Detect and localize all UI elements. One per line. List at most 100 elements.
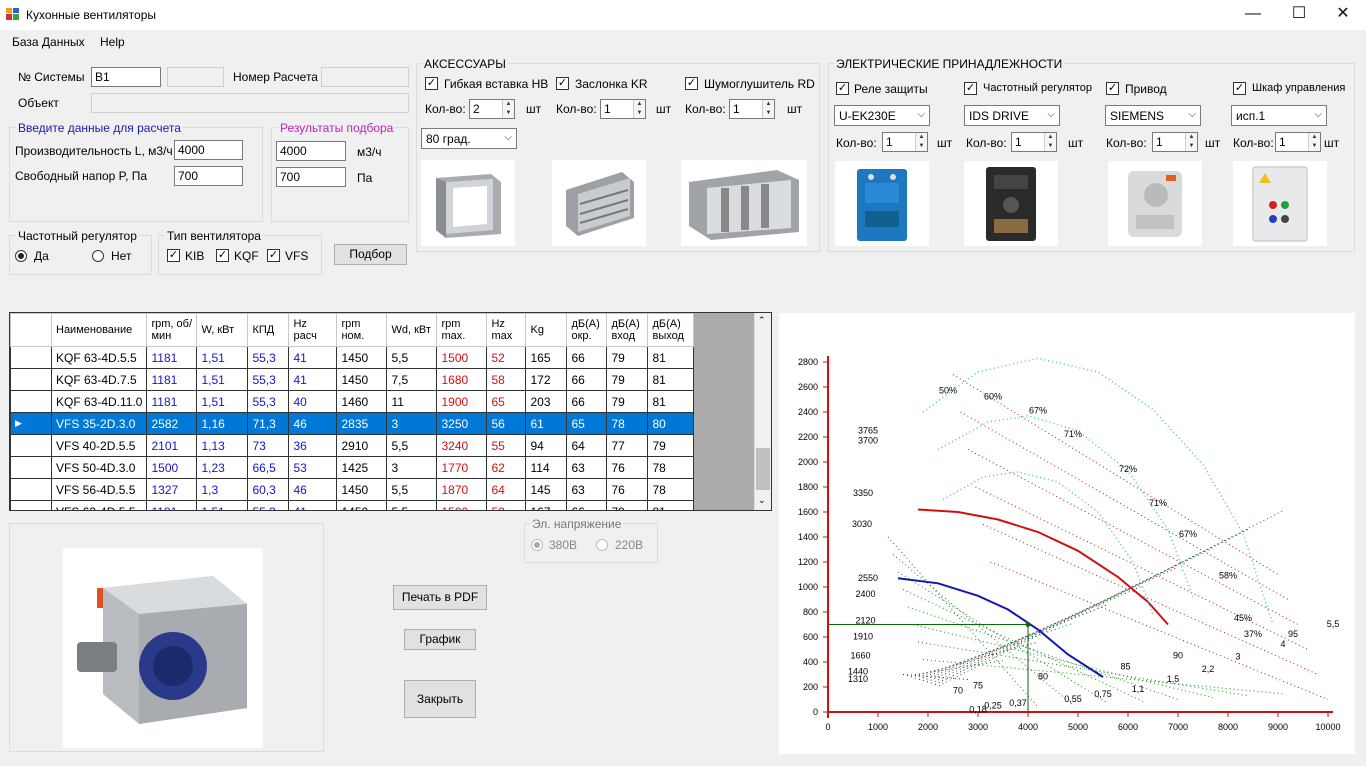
table-cell[interactable]: 73 <box>247 434 290 457</box>
table-cell[interactable]: 78 <box>606 412 649 435</box>
table-cell[interactable]: VFS 35-2D.3.0 <box>50 412 148 435</box>
table-cell[interactable]: 41 <box>288 368 338 391</box>
table-cell[interactable]: 1181 <box>146 390 198 413</box>
table-cell[interactable]: 41 <box>288 346 338 369</box>
table-cell[interactable]: 1,23 <box>196 456 249 479</box>
table-row[interactable]: KQF 63-4D.11.0 1181 1,51 55,3 40 1460 11 1900 65… <box>10 390 695 413</box>
acc-rd-checkbox[interactable]: ✓ <box>685 77 698 90</box>
table-cell[interactable]: 46 <box>288 478 338 501</box>
col-header[interactable]: Wd, кВт <box>386 313 438 347</box>
spinner-arrows-icon[interactable]: ▲ ▼ <box>1185 133 1197 151</box>
scroll-down-icon[interactable]: ⌄ <box>758 495 766 506</box>
cabinet-qty-spinner[interactable]: 1 ▲ ▼ <box>1275 132 1321 152</box>
col-header[interactable]: дБ(А) вход <box>606 313 649 347</box>
col-header[interactable]: W, кВт <box>196 313 249 347</box>
table-cell[interactable]: 165 <box>525 346 568 369</box>
table-cell[interactable]: 65 <box>566 412 608 435</box>
col-header[interactable]: Hz расч <box>288 313 338 347</box>
table-cell[interactable]: 66 <box>566 390 608 413</box>
acc-kr-checkbox[interactable]: ✓ <box>556 77 569 90</box>
table-cell[interactable]: 62 <box>486 456 527 479</box>
table-cell[interactable]: 1500 <box>436 346 488 369</box>
table-cell[interactable]: 1500 <box>146 456 198 479</box>
col-header[interactable]: Hz max <box>486 313 527 347</box>
table-cell[interactable]: 78 <box>647 456 695 479</box>
table-cell[interactable]: 1,13 <box>196 434 249 457</box>
table-cell[interactable]: 1181 <box>146 368 198 391</box>
table-cell[interactable]: 52 <box>486 500 527 510</box>
close-window-button[interactable]: ✕ <box>1320 0 1366 30</box>
table-cell[interactable]: 1181 <box>146 500 198 510</box>
freqreg-qty-spinner[interactable]: 1 ▲ ▼ <box>1011 132 1057 152</box>
table-cell[interactable]: 3240 <box>436 434 488 457</box>
table-cell[interactable]: 63 <box>566 456 608 479</box>
table-cell[interactable]: 53 <box>288 456 338 479</box>
table-cell[interactable]: 5,5 <box>386 346 438 369</box>
table-cell[interactable]: 81 <box>647 346 695 369</box>
table-cell[interactable]: 2101 <box>146 434 198 457</box>
cabinet-combo[interactable]: исп.1 ⌵ <box>1231 105 1327 126</box>
table-cell[interactable]: KQF 63-4D.7.5 <box>50 368 148 391</box>
table-cell[interactable]: VFS 40-2D.5.5 <box>50 434 148 457</box>
drive-checkbox[interactable]: ✓ <box>1106 82 1119 95</box>
spinner-arrows-icon[interactable]: ▲ ▼ <box>1044 133 1056 151</box>
col-header[interactable]: КПД <box>247 313 290 347</box>
table-cell[interactable]: 114 <box>525 456 568 479</box>
system-no-input[interactable]: B1 <box>91 67 161 87</box>
system-no-extra-field[interactable] <box>167 67 224 87</box>
calc-number-field[interactable] <box>321 67 409 87</box>
table-row[interactable]: VFS 63-4D.5.511811,5155,34114505,5150052… <box>10 500 695 510</box>
table-cell[interactable]: 1460 <box>336 390 388 413</box>
table-cell[interactable]: 36 <box>288 434 338 457</box>
table-cell[interactable]: 81 <box>647 368 695 391</box>
table-cell[interactable]: 1,51 <box>196 368 249 391</box>
col-header[interactable]: Kg <box>525 313 568 347</box>
table-cell[interactable]: 46 <box>288 412 338 435</box>
table-cell[interactable]: 1,51 <box>196 346 249 369</box>
table-cell[interactable]: 55,3 <box>247 390 290 413</box>
table-cell[interactable]: 66 <box>566 500 608 510</box>
table-row[interactable]: VFS 56-4D.5.5 1327 1,3 60,3 46 1450 5,5 1870 64 1… <box>10 478 695 501</box>
acc-kr-qty-spinner[interactable]: 1 ▲ ▼ <box>600 99 646 119</box>
fan-results-grid[interactable]: Наименование rpm, об/мин W, кВт КПД Hz р… <box>9 312 772 511</box>
table-cell[interactable]: 66,5 <box>247 456 290 479</box>
table-cell[interactable]: 60,3 <box>247 478 290 501</box>
table-cell[interactable]: 2910 <box>336 434 388 457</box>
col-header[interactable]: дБ(А) окр. <box>566 313 608 347</box>
col-header[interactable]: rpm ном. <box>336 313 388 347</box>
table-cell[interactable]: KQF 63-4D.5.5 <box>50 346 148 369</box>
spinner-arrows-icon[interactable]: ▲ ▼ <box>762 100 774 118</box>
table-cell[interactable]: 80 <box>647 412 695 435</box>
freq-no-radio[interactable] <box>92 250 104 262</box>
table-cell[interactable]: 1327 <box>146 478 198 501</box>
cabinet-checkbox[interactable]: ✓ <box>1233 82 1246 95</box>
table-cell[interactable]: 55,3 <box>247 368 290 391</box>
table-row[interactable]: VFS 40-2D.5.5 2101 1,13 73 36 2910 5,5 3240 55 94… <box>10 434 695 457</box>
print-pdf-button[interactable]: Печать в PDF <box>393 585 487 610</box>
table-cell[interactable]: 1450 <box>336 500 388 510</box>
row-header[interactable] <box>10 346 52 369</box>
table-cell[interactable]: 1900 <box>436 390 488 413</box>
relay-checkbox[interactable]: ✓ <box>836 82 849 95</box>
table-cell[interactable]: 79 <box>606 500 649 510</box>
table-cell[interactable]: 1,3 <box>196 478 249 501</box>
table-cell[interactable]: 3 <box>386 412 438 435</box>
table-cell[interactable]: 1680 <box>436 368 488 391</box>
table-cell[interactable]: 77 <box>606 434 649 457</box>
table-cell[interactable]: KQF 63-4D.11.0 <box>50 390 148 413</box>
table-cell[interactable]: 64 <box>566 434 608 457</box>
table-cell[interactable]: 1450 <box>336 368 388 391</box>
pressure-input[interactable]: 700 <box>174 166 243 186</box>
table-cell[interactable]: 1450 <box>336 346 388 369</box>
table-cell[interactable]: 167 <box>525 500 568 510</box>
result-flow-field[interactable]: 4000 <box>276 141 346 161</box>
table-cell[interactable]: 2835 <box>336 412 388 435</box>
table-cell[interactable]: 79 <box>606 368 649 391</box>
kqf-checkbox[interactable]: ✓ <box>216 249 229 262</box>
table-row[interactable]: KQF 63-4D.7.5 1181 1,51 55,3 41 1450 7,5 1680 58… <box>10 368 695 391</box>
table-cell[interactable]: 78 <box>647 478 695 501</box>
table-cell[interactable]: 94 <box>525 434 568 457</box>
table-cell[interactable]: 55,3 <box>247 500 290 510</box>
maximize-button[interactable]: ☐ <box>1276 0 1322 30</box>
select-button[interactable]: Подбор <box>334 244 407 265</box>
